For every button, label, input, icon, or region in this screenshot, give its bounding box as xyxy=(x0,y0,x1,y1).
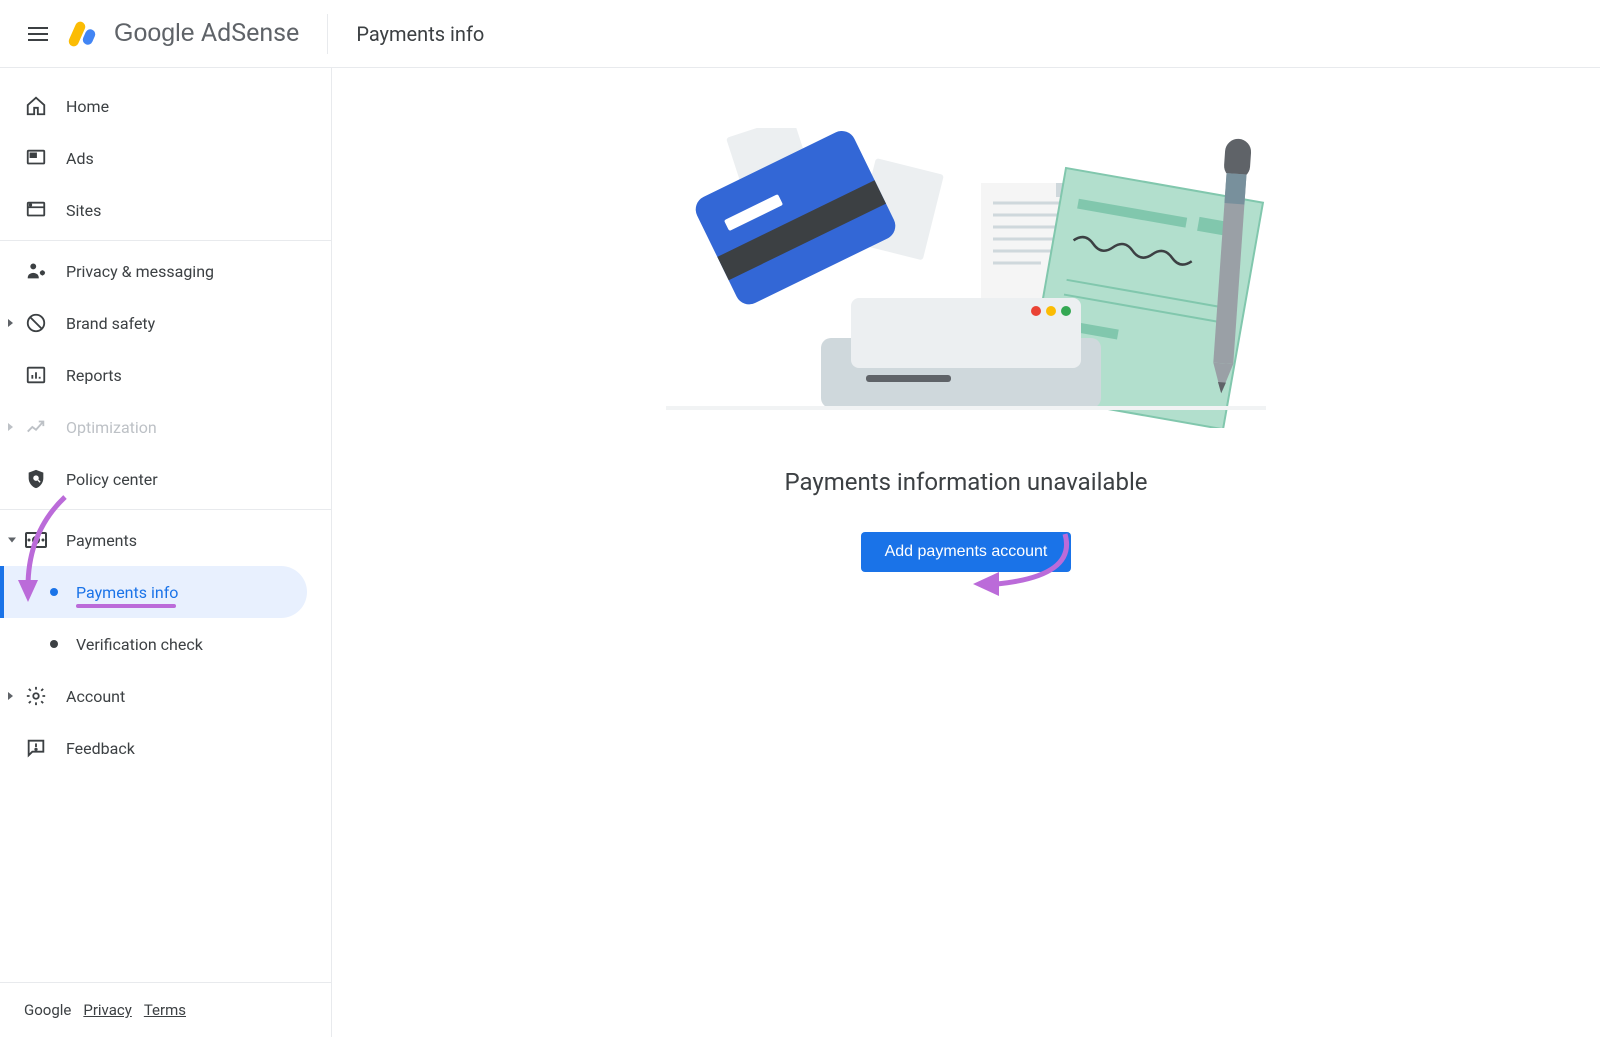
brand-text: Google AdSense xyxy=(114,19,299,48)
sidebar-item-label: Sites xyxy=(66,201,101,220)
brand-product: AdSense xyxy=(201,19,299,48)
privacy-icon xyxy=(24,259,48,283)
empty-state-message: Payments information unavailable xyxy=(784,468,1147,496)
adsense-logo-icon xyxy=(70,19,100,49)
nav-separator xyxy=(0,509,331,510)
bullet-icon xyxy=(50,588,58,596)
menu-button[interactable] xyxy=(14,10,62,58)
footer-brand: Google xyxy=(24,1001,71,1019)
sidebar-item-label: Privacy & messaging xyxy=(66,262,214,281)
sidebar-item-feedback[interactable]: Feedback xyxy=(0,722,331,774)
policy-icon xyxy=(24,467,48,491)
sidebar-item-account[interactable]: Account xyxy=(0,670,331,722)
sidebar-item-sites[interactable]: Sites xyxy=(0,184,331,236)
sidebar-item-label: Account xyxy=(66,687,125,706)
brand-safety-icon xyxy=(24,311,48,335)
sidebar-item-optimization[interactable]: Optimization xyxy=(0,401,331,453)
main-content: Payments information unavailable Add pay… xyxy=(332,68,1600,1037)
nav: Home Ads Sites xyxy=(0,68,331,982)
active-indicator xyxy=(0,566,4,618)
sidebar-item-home[interactable]: Home xyxy=(0,80,331,132)
sidebar-item-payments[interactable]: Payments xyxy=(0,514,331,566)
add-payments-account-button[interactable]: Add payments account xyxy=(861,532,1072,572)
sidebar-item-label: Policy center xyxy=(66,470,158,489)
settings-icon xyxy=(24,684,48,708)
payments-illustration xyxy=(646,128,1286,428)
sidebar-item-label: Verification check xyxy=(76,635,203,654)
nav-separator xyxy=(0,240,331,241)
optimization-icon xyxy=(24,415,48,439)
footer-privacy-link[interactable]: Privacy xyxy=(83,1001,131,1019)
sidebar-item-ads[interactable]: Ads xyxy=(0,132,331,184)
sidebar-subitem-verification[interactable]: Verification check xyxy=(0,618,307,670)
sidebar-item-privacy[interactable]: Privacy & messaging xyxy=(0,245,331,297)
annotation-underline xyxy=(76,604,176,608)
sidebar-item-label: Reports xyxy=(66,366,122,385)
sidebar-item-label: Payments xyxy=(66,531,137,550)
sidebar-item-label: Home xyxy=(66,97,109,116)
caret-down-icon xyxy=(8,538,16,543)
reports-icon xyxy=(24,363,48,387)
sidebar-subitem-payments-info[interactable]: Payments info xyxy=(0,566,307,618)
sidebar-item-label: Ads xyxy=(66,149,94,168)
caret-right-icon xyxy=(8,692,13,700)
sidebar-item-brand-safety[interactable]: Brand safety xyxy=(0,297,331,349)
sidebar: Home Ads Sites xyxy=(0,68,332,1037)
header: Google AdSense Payments info xyxy=(0,0,1600,68)
header-separator xyxy=(327,14,328,54)
caret-right-icon xyxy=(8,423,13,431)
sidebar-item-policy[interactable]: Policy center xyxy=(0,453,331,505)
bullet-icon xyxy=(50,640,58,648)
ads-icon xyxy=(24,146,48,170)
sidebar-footer: Google Privacy Terms xyxy=(0,982,331,1037)
caret-right-icon xyxy=(8,319,13,327)
sites-icon xyxy=(24,198,48,222)
feedback-icon xyxy=(24,736,48,760)
brand-google: Google xyxy=(114,19,195,47)
payments-icon xyxy=(24,528,48,552)
footer-terms-link[interactable]: Terms xyxy=(144,1001,186,1019)
home-icon xyxy=(24,94,48,118)
logo[interactable]: Google AdSense xyxy=(70,19,299,49)
sidebar-item-label: Optimization xyxy=(66,418,157,437)
sidebar-item-label: Feedback xyxy=(66,739,135,758)
sidebar-item-reports[interactable]: Reports xyxy=(0,349,331,401)
menu-icon xyxy=(28,27,48,41)
sidebar-item-label: Payments info xyxy=(76,583,178,602)
sidebar-item-label: Brand safety xyxy=(66,314,155,333)
page-title: Payments info xyxy=(356,22,484,46)
